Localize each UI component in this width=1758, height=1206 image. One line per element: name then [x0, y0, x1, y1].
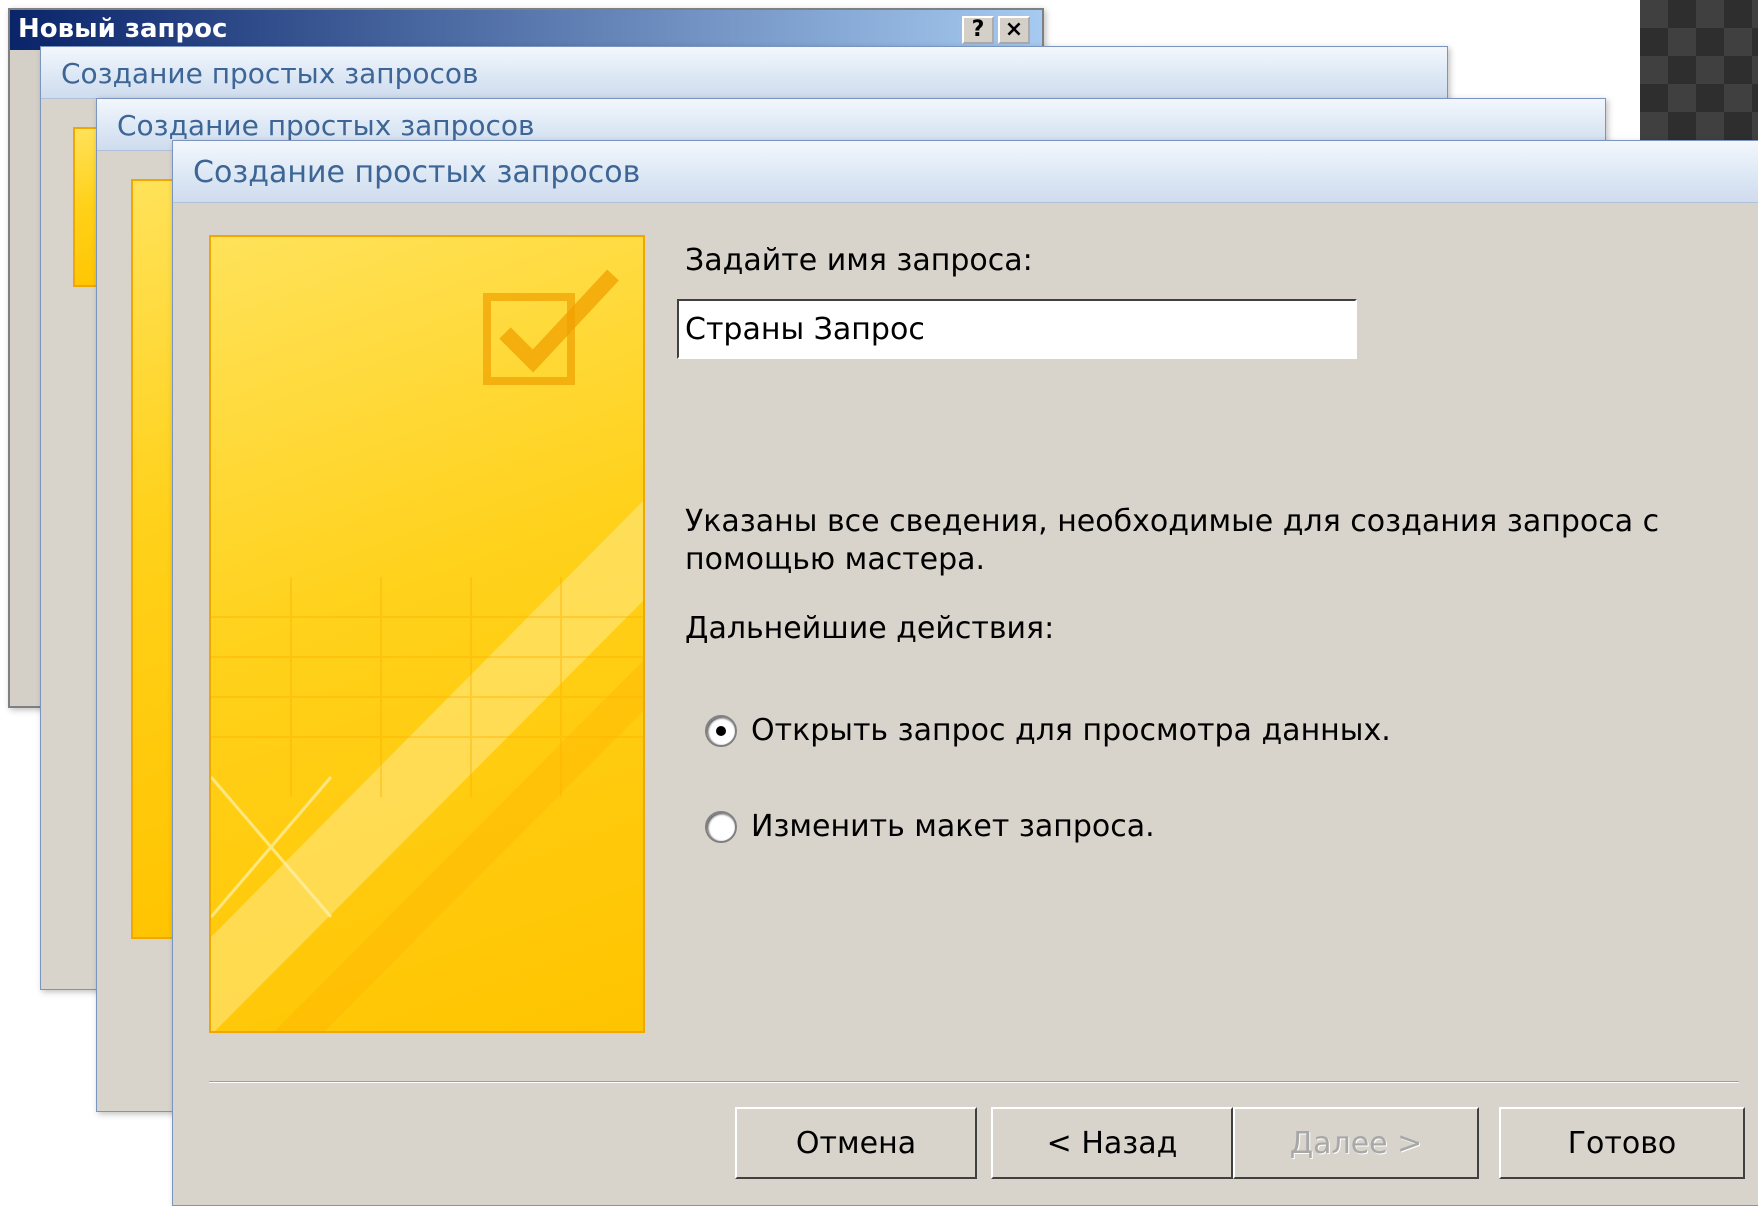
- decorative-pattern: [1640, 0, 1758, 150]
- info-text: Указаны все сведения, необходимые для со…: [685, 504, 1660, 577]
- simple-query-wizard: Создание простых запросов Задайте имя за…: [172, 140, 1758, 1206]
- edit-layout-option[interactable]: Изменить макет запроса.: [705, 809, 1155, 844]
- close-icon[interactable]: ×: [998, 16, 1030, 44]
- button-separator: [209, 1081, 1739, 1083]
- query-name-input[interactable]: [677, 299, 1357, 359]
- wizard-title: Создание простых запросов: [193, 155, 641, 190]
- wizard-titlebar: Создание простых запросов: [173, 141, 1758, 203]
- wizard-titlebar-2: Создание простых запросов: [41, 47, 1447, 99]
- help-icon[interactable]: ?: [962, 16, 994, 44]
- new-query-title: Новый запрос: [18, 14, 228, 44]
- open-query-option[interactable]: Открыть запрос для просмотра данных.: [705, 713, 1391, 748]
- next-actions-label: Дальнейшие действия:: [685, 611, 1055, 646]
- finish-button[interactable]: Готово: [1499, 1107, 1745, 1179]
- open-query-radio[interactable]: [705, 714, 737, 747]
- back-button[interactable]: < Назад: [991, 1107, 1233, 1179]
- wizard-illustration: [209, 235, 645, 1033]
- open-query-label: Открыть запрос для просмотра данных.: [751, 713, 1391, 748]
- edit-layout-label: Изменить макет запроса.: [751, 809, 1155, 844]
- next-button: Далее >: [1233, 1107, 1479, 1179]
- edit-layout-radio[interactable]: [705, 810, 737, 843]
- query-name-label: Задайте имя запроса:: [685, 243, 1033, 278]
- cancel-button[interactable]: Отмена: [735, 1107, 977, 1179]
- checkmark-icon: [483, 269, 619, 385]
- wizard-title-2: Создание простых запросов: [61, 57, 479, 90]
- wizard-title-3: Создание простых запросов: [117, 109, 535, 142]
- new-query-titlebar: Новый запрос ? ×: [10, 10, 1042, 50]
